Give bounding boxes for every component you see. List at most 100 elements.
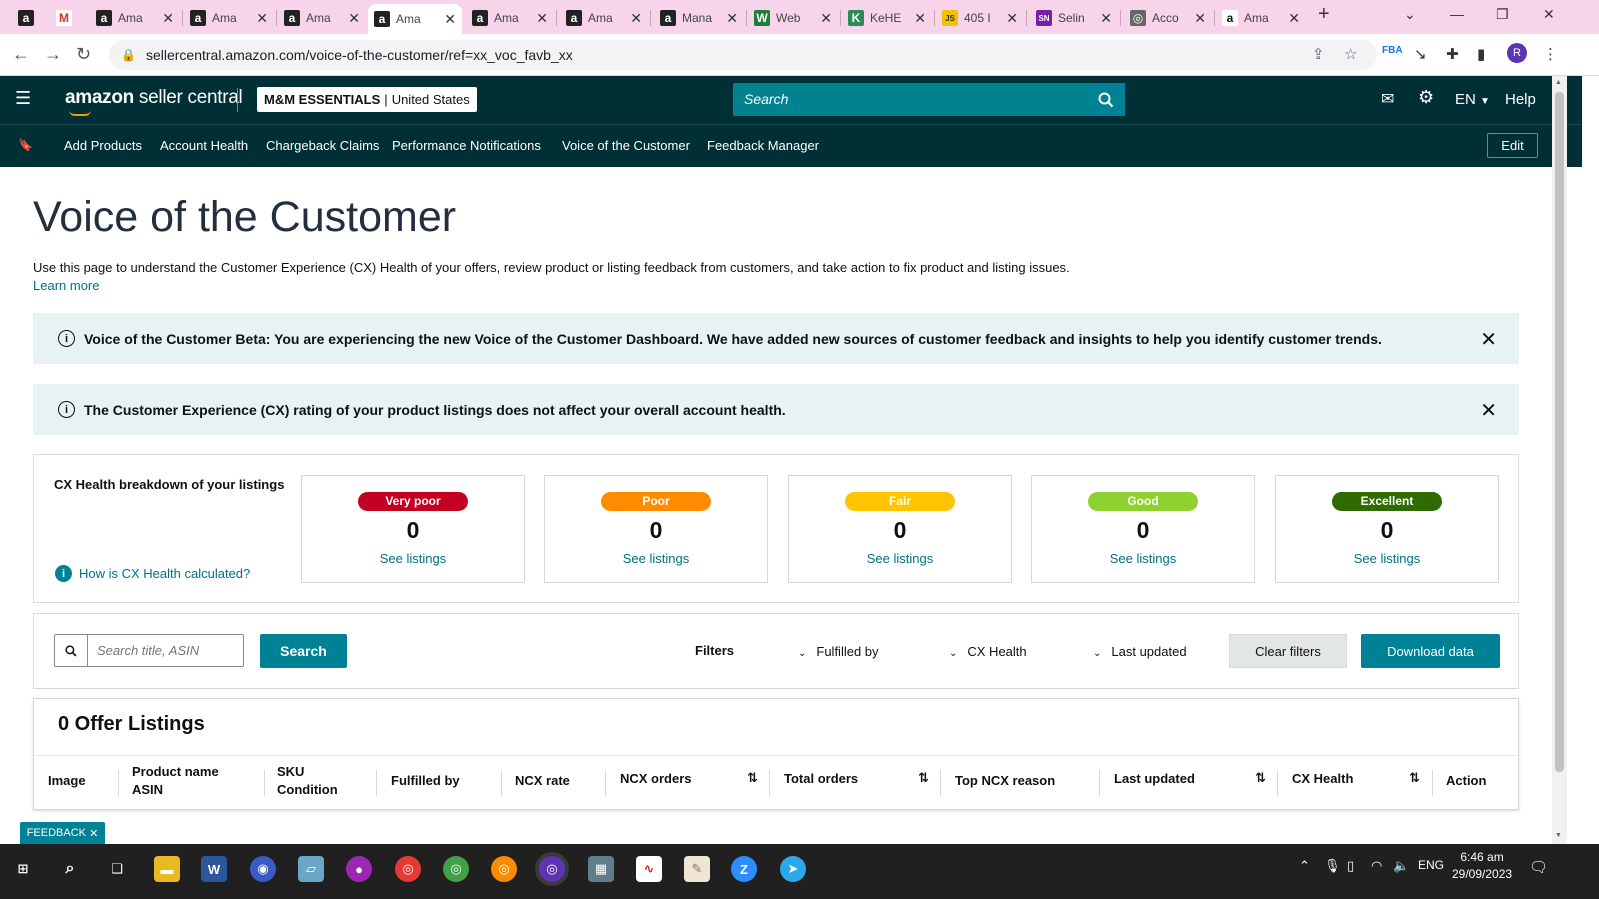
nav-chargeback-claims[interactable]: Chargeback Claims [266, 138, 379, 153]
help-link[interactable]: Help [1505, 91, 1536, 108]
search-input[interactable] [89, 635, 243, 666]
language-selector[interactable]: EN ▼ [1455, 91, 1490, 108]
task-view-icon[interactable]: ❏ [104, 856, 130, 882]
col-cx-health[interactable]: CX Health [1292, 770, 1353, 788]
close-tab-icon[interactable]: ✕ [1100, 10, 1112, 27]
new-tab-button[interactable]: + [1318, 3, 1330, 26]
feedback-tab[interactable]: FEEDBACK ✕ [20, 822, 105, 844]
gear-icon[interactable]: ⚙ [1418, 87, 1434, 108]
download-data-button[interactable]: Download data [1361, 634, 1500, 668]
browser-tab[interactable]: M [50, 5, 80, 31]
edit-nav-button[interactable]: Edit [1487, 133, 1538, 158]
tray-chevron-icon[interactable]: ⌃ [1299, 858, 1310, 874]
browser-tab[interactable]: a Ama ✕ [184, 5, 274, 31]
browser-tab[interactable]: a Ama ✕ [1216, 5, 1306, 31]
input-language[interactable]: ENG [1418, 858, 1444, 872]
profile-avatar[interactable]: R [1507, 43, 1527, 63]
cx-health-how-link[interactable]: i How is CX Health calculated? [55, 565, 250, 582]
header-search-button[interactable] [1087, 83, 1125, 116]
volume-icon[interactable]: 🔈 [1393, 858, 1409, 874]
chrome-icon-active[interactable]: ◎ [539, 856, 565, 882]
browser-tab[interactable]: a Ama ✕ [90, 5, 180, 31]
close-tab-icon[interactable]: ✕ [1194, 10, 1206, 27]
browser-tab[interactable]: W Web ✕ [748, 5, 838, 31]
close-tab-icon[interactable]: ✕ [1288, 10, 1300, 27]
reload-icon[interactable]: ↻ [76, 44, 91, 65]
close-tab-icon[interactable]: ✕ [820, 10, 832, 27]
close-icon[interactable]: ✕ [1480, 398, 1497, 423]
col-total-orders[interactable]: Total orders [784, 770, 858, 788]
col-ncx-orders[interactable]: NCX orders [620, 770, 692, 788]
notifications-icon[interactable]: 🗨 [1529, 858, 1548, 876]
app-icon[interactable]: ◉ [250, 856, 276, 882]
sort-icon[interactable]: ⇅ [1255, 770, 1266, 786]
microphone-icon[interactable]: 🎙 [1324, 858, 1341, 874]
mail-icon[interactable]: ✉ [1381, 89, 1394, 109]
browser-tab[interactable]: a Ama ✕ [560, 5, 648, 31]
see-listings-link[interactable]: See listings [789, 551, 1011, 566]
image-app-icon[interactable]: ✎ [684, 856, 710, 882]
word-icon[interactable]: W [201, 856, 227, 882]
last-updated-dropdown[interactable]: ⌄ Last updated [1093, 644, 1187, 659]
close-tab-icon[interactable]: ✕ [726, 10, 738, 27]
restore-icon[interactable]: ❐ [1496, 6, 1509, 23]
extension-arrow-icon[interactable]: ↘ [1414, 45, 1427, 63]
hamburger-menu-icon[interactable]: ☰ [15, 88, 31, 109]
browser-tab[interactable]: a Mana ✕ [654, 5, 744, 31]
close-tab-icon[interactable]: ✕ [348, 10, 360, 27]
forward-icon[interactable]: → [44, 44, 62, 65]
fulfilled-by-dropdown[interactable]: ⌄ Fulfilled by [798, 644, 879, 659]
chrome-icon[interactable]: ◎ [443, 856, 469, 882]
browser-tab[interactable]: K KeHE ✕ [842, 5, 932, 31]
notes-icon[interactable]: ▱ [298, 856, 324, 882]
wifi-icon[interactable]: ◠ [1371, 858, 1382, 874]
side-panel-icon[interactable]: ▮ [1477, 45, 1485, 63]
bookmark-icon[interactable]: 🔖 [18, 138, 33, 152]
browser-tab-active[interactable]: a Ama ✕ [368, 4, 462, 34]
cx-health-dropdown[interactable]: ⌄ CX Health [949, 644, 1027, 659]
nav-feedback-manager[interactable]: Feedback Manager [707, 138, 819, 153]
zoom-icon[interactable]: Z [731, 856, 757, 882]
calculator-icon[interactable]: ▦ [588, 856, 614, 882]
share-icon[interactable]: ⇪ [1312, 45, 1325, 63]
close-icon[interactable]: ✕ [89, 827, 98, 840]
battery-icon[interactable]: ▯ [1347, 858, 1354, 874]
file-explorer-icon[interactable]: ▬ [154, 856, 180, 882]
chrome-icon[interactable]: ◎ [395, 856, 421, 882]
search-button[interactable]: Search [260, 634, 347, 668]
seller-central-logo[interactable]: amazon seller central [65, 87, 243, 116]
close-tab-icon[interactable]: ✕ [256, 10, 268, 27]
see-listings-link[interactable]: See listings [1276, 551, 1498, 566]
messenger-icon[interactable]: ● [346, 856, 372, 882]
minimize-icon[interactable]: — [1450, 6, 1464, 22]
taskbar-search-icon[interactable]: ⌕ [57, 856, 83, 882]
chrome-icon[interactable]: ◎ [491, 856, 517, 882]
browser-tab[interactable]: a Ama ✕ [278, 5, 366, 31]
browser-tab[interactable]: JS 405 I ✕ [936, 5, 1024, 31]
sort-icon[interactable]: ⇅ [747, 770, 758, 786]
close-tab-icon[interactable]: ✕ [444, 11, 456, 28]
nav-performance-notifications[interactable]: Performance Notifications [392, 138, 541, 153]
nav-add-products[interactable]: Add Products [64, 138, 142, 153]
browser-menu-icon[interactable]: ⋮ [1543, 45, 1558, 63]
address-bar[interactable]: 🔒 sellercentral.amazon.com/voice-of-the-… [109, 40, 1377, 70]
see-listings-link[interactable]: See listings [302, 551, 524, 566]
scroll-up-icon[interactable]: ▲ [1555, 79, 1562, 86]
system-clock[interactable]: 6:46 am 29/09/2023 [1452, 849, 1512, 883]
fba-extension-icon[interactable]: FBA [1382, 45, 1403, 56]
close-tab-icon[interactable]: ✕ [536, 10, 548, 27]
close-tab-icon[interactable]: ✕ [630, 10, 642, 27]
learn-more-link[interactable]: Learn more [33, 278, 99, 293]
scroll-down-icon[interactable]: ▼ [1555, 832, 1562, 839]
windows-start-icon[interactable]: ⊞ [10, 856, 36, 882]
col-last-updated[interactable]: Last updated [1114, 770, 1195, 788]
clear-filters-button[interactable]: Clear filters [1229, 634, 1347, 668]
see-listings-link[interactable]: See listings [545, 551, 767, 566]
page-scrollbar[interactable]: ▲ ▼ [1552, 76, 1567, 844]
close-icon[interactable]: ✕ [1480, 327, 1497, 352]
extensions-puzzle-icon[interactable]: ✚ [1446, 45, 1459, 63]
nav-voice-of-the-customer[interactable]: Voice of the Customer [562, 138, 690, 153]
back-icon[interactable]: ← [12, 44, 30, 65]
tab-search-icon[interactable]: ⌄ [1404, 6, 1416, 23]
browser-tab[interactable]: a [12, 5, 42, 31]
